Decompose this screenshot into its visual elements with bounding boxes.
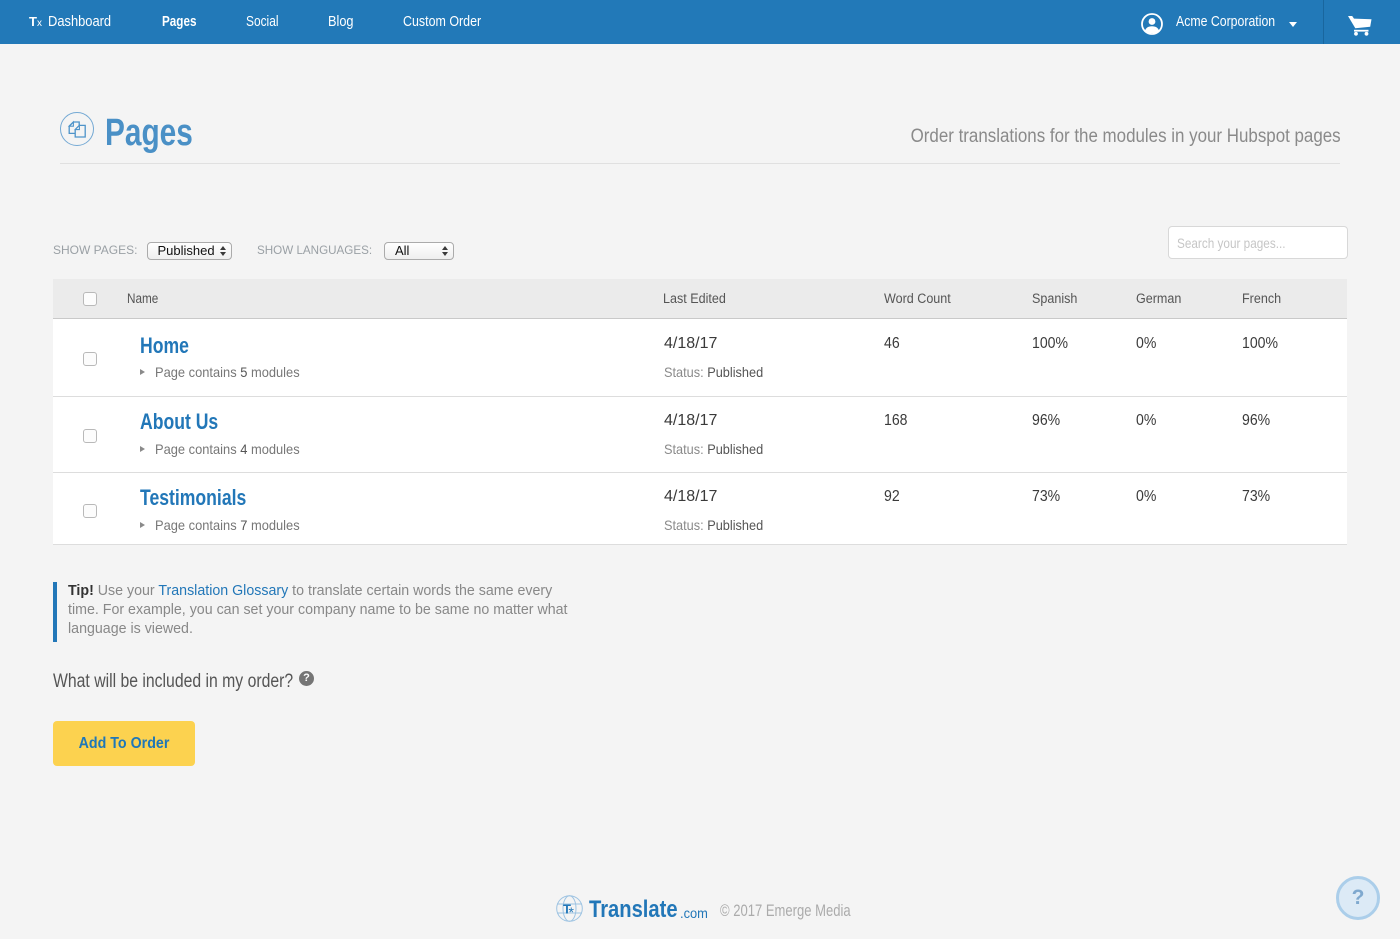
svg-text:*: * xyxy=(569,904,575,920)
